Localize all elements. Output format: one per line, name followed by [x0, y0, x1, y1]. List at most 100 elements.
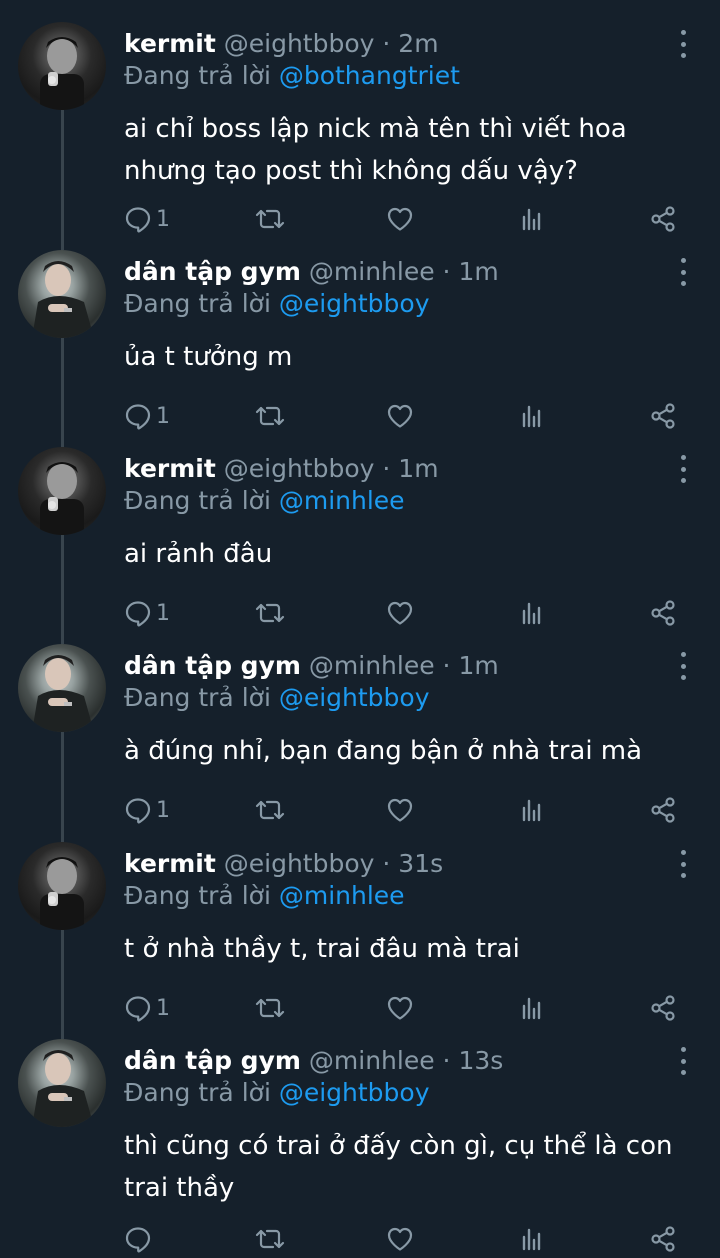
- display-name[interactable]: dân tập gym: [124, 1046, 301, 1075]
- display-name[interactable]: dân tập gym: [124, 651, 301, 680]
- heart-icon: [386, 599, 414, 627]
- like-button[interactable]: [386, 205, 414, 233]
- avatar[interactable]: [18, 1039, 106, 1127]
- analytics-button[interactable]: [518, 994, 546, 1022]
- reply-tweet[interactable]: kermit @eightbboy · 31s Đang trả lời @mi…: [0, 830, 720, 1027]
- share-button[interactable]: [648, 402, 678, 430]
- user-handle[interactable]: @minhlee: [309, 257, 435, 286]
- more-vertical-icon[interactable]: [672, 30, 694, 58]
- avatar[interactable]: [18, 644, 106, 732]
- heart-icon: [386, 205, 414, 233]
- mention-link[interactable]: @eightbboy: [279, 289, 430, 318]
- reply-button[interactable]: 1: [124, 796, 170, 824]
- retweet-button[interactable]: [255, 599, 285, 627]
- timestamp[interactable]: 1m: [458, 651, 498, 680]
- replying-to-line: Đang trả lời @eightbboy: [124, 682, 430, 714]
- mention-link[interactable]: @eightbboy: [279, 683, 430, 712]
- user-handle[interactable]: @minhlee: [309, 1046, 435, 1075]
- replying-to-line: Đang trả lời @minhlee: [124, 880, 405, 912]
- retweet-button[interactable]: [255, 205, 285, 233]
- display-name[interactable]: dân tập gym: [124, 257, 301, 286]
- tweet-text: ai chỉ boss lập nick mà tên thì viết hoa…: [124, 114, 627, 186]
- retweet-icon: [255, 599, 285, 627]
- timestamp[interactable]: 31s: [398, 849, 443, 878]
- retweet-button[interactable]: [255, 994, 285, 1022]
- more-vertical-icon[interactable]: [672, 258, 694, 286]
- tweet-header: dân tập gym @minhlee · 13s: [124, 1045, 503, 1077]
- retweet-button[interactable]: [255, 796, 285, 824]
- user-handle[interactable]: @eightbboy: [224, 29, 375, 58]
- more-vertical-icon[interactable]: [672, 652, 694, 680]
- share-button[interactable]: [648, 796, 678, 824]
- analytics-button[interactable]: [518, 402, 546, 430]
- reply-button[interactable]: [124, 1225, 156, 1253]
- retweet-button[interactable]: [255, 402, 285, 430]
- share-icon: [648, 599, 678, 627]
- share-button[interactable]: [648, 599, 678, 627]
- mention-link[interactable]: @minhlee: [279, 881, 405, 910]
- timestamp[interactable]: 1m: [458, 257, 498, 286]
- tweet-text: ai rảnh đâu: [124, 539, 273, 569]
- analytics-button[interactable]: [518, 205, 546, 233]
- reply-button[interactable]: 1: [124, 599, 170, 627]
- display-name[interactable]: kermit: [124, 454, 216, 483]
- reply-button[interactable]: 1: [124, 994, 170, 1022]
- timestamp[interactable]: 2m: [398, 29, 438, 58]
- reply-tweet[interactable]: kermit @eightbboy · 2m Đang trả lời @bot…: [0, 10, 720, 238]
- share-button[interactable]: [648, 994, 678, 1022]
- share-icon: [648, 1225, 678, 1253]
- timestamp[interactable]: 1m: [398, 454, 438, 483]
- retweet-icon: [255, 205, 285, 233]
- retweet-icon: [255, 1225, 285, 1253]
- display-name[interactable]: kermit: [124, 849, 216, 878]
- like-button[interactable]: [386, 994, 414, 1022]
- replying-to-label: Đang trả lời: [124, 881, 271, 910]
- replying-to-label: Đang trả lời: [124, 486, 271, 515]
- reply-tweet[interactable]: dân tập gym @minhlee · 1m Đang trả lời @…: [0, 632, 720, 830]
- like-button[interactable]: [386, 402, 414, 430]
- tweet-header: kermit @eightbboy · 2m: [124, 28, 439, 60]
- mention-link[interactable]: @bothangtriet: [279, 61, 460, 90]
- tweet-header: kermit @eightbboy · 31s: [124, 848, 443, 880]
- tweet-header: dân tập gym @minhlee · 1m: [124, 650, 499, 682]
- replying-to-line: Đang trả lời @eightbboy: [124, 288, 430, 320]
- replying-to-line: Đang trả lời @eightbboy: [124, 1077, 430, 1109]
- avatar[interactable]: [18, 842, 106, 930]
- reply-count: 1: [156, 995, 170, 1021]
- like-button[interactable]: [386, 796, 414, 824]
- user-handle[interactable]: @eightbboy: [224, 849, 375, 878]
- display-name[interactable]: kermit: [124, 29, 216, 58]
- timestamp[interactable]: 13s: [458, 1046, 503, 1075]
- mention-link[interactable]: @eightbboy: [279, 1078, 430, 1107]
- reply-button[interactable]: 1: [124, 205, 170, 233]
- mention-link[interactable]: @minhlee: [279, 486, 405, 515]
- replying-to-label: Đang trả lời: [124, 289, 271, 318]
- user-handle[interactable]: @minhlee: [309, 651, 435, 680]
- separator-dot: ·: [442, 1046, 451, 1075]
- more-vertical-icon[interactable]: [672, 1047, 694, 1075]
- more-vertical-icon[interactable]: [672, 455, 694, 483]
- like-button[interactable]: [386, 1225, 414, 1253]
- analytics-button[interactable]: [518, 796, 546, 824]
- reply-tweet[interactable]: dân tập gym @minhlee · 13s Đang trả lời …: [0, 1027, 720, 1258]
- share-button[interactable]: [648, 205, 678, 233]
- reply-tweet[interactable]: kermit @eightbboy · 1m Đang trả lời @min…: [0, 435, 720, 632]
- analytics-button[interactable]: [518, 1225, 546, 1253]
- reply-icon: [124, 205, 152, 233]
- user-handle[interactable]: @eightbboy: [224, 454, 375, 483]
- avatar[interactable]: [18, 22, 106, 110]
- analytics-button[interactable]: [518, 599, 546, 627]
- heart-icon: [386, 994, 414, 1022]
- tweet-text: ủa t tưởng m: [124, 342, 293, 372]
- retweet-button[interactable]: [255, 1225, 285, 1253]
- share-button[interactable]: [648, 1225, 678, 1253]
- reply-icon: [124, 402, 152, 430]
- avatar[interactable]: [18, 250, 106, 338]
- reply-tweet[interactable]: dân tập gym @minhlee · 1m Đang trả lời @…: [0, 238, 720, 435]
- reply-count: 1: [156, 797, 170, 823]
- avatar[interactable]: [18, 447, 106, 535]
- more-vertical-icon[interactable]: [672, 850, 694, 878]
- reply-button[interactable]: 1: [124, 402, 170, 430]
- separator-dot: ·: [382, 849, 391, 878]
- like-button[interactable]: [386, 599, 414, 627]
